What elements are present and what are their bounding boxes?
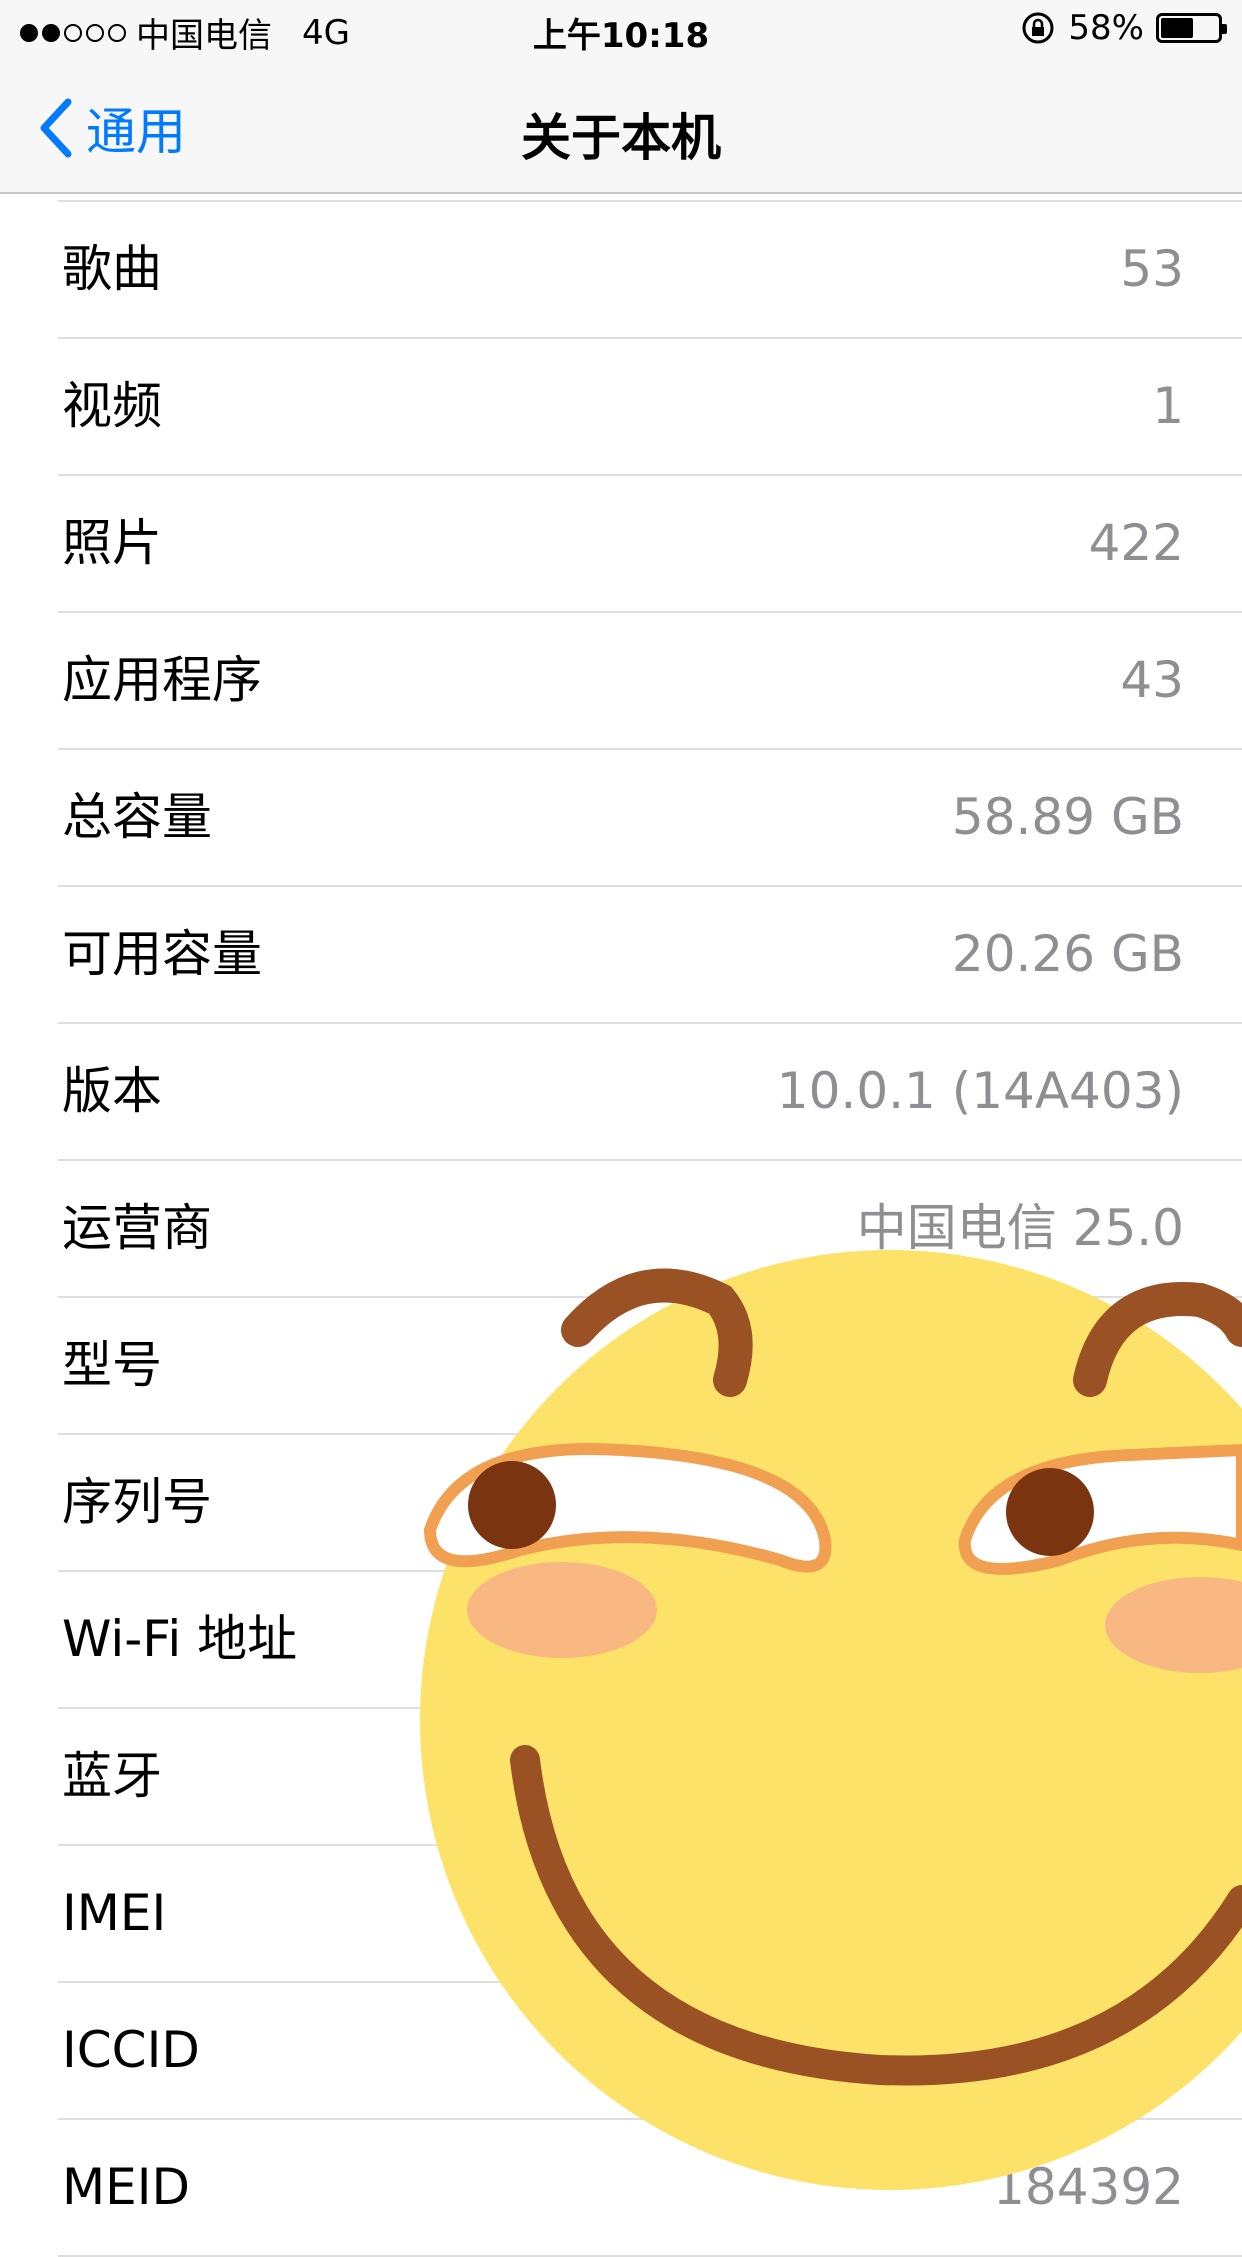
row-label: 总容量 [62,788,212,846]
row-label: 序列号 [62,1473,212,1531]
row-value: 1 [1152,377,1184,435]
row-value: 58.89 GB [951,788,1184,846]
row-label: 歌曲 [62,240,162,298]
battery-percent: 58% [1068,8,1144,48]
row-label: 视频 [62,377,162,435]
list-item: Wi-Fi 地址 [58,1572,1242,1709]
row-label: MEID [62,2158,190,2216]
list-item: IMEI [58,1846,1242,1983]
row-value: 中国电信 25.0 [856,1199,1184,1257]
row-label: IMEI [62,1884,167,1942]
list-item: 歌曲 53 [58,202,1242,339]
list-item: 总容量 58.89 GB [58,750,1242,887]
rotation-lock-icon [1022,12,1054,44]
battery-icon [1156,13,1227,43]
list-item: 照片 422 [58,476,1242,613]
row-label: 应用程序 [62,651,262,709]
row-value: 53 [1120,240,1184,298]
list-item: MEID 184392 [58,2120,1242,2257]
about-list: 歌曲 53 视频 1 照片 422 应用程序 43 总容量 58.89 GB 可用容量 20.26 G… [0,194,1242,2257]
list-item: 可用容量 20.26 GB [58,887,1242,1024]
row-label: 蓝牙 [62,1747,162,1805]
list-item: 运营商 中国电信 25.0 [58,1161,1242,1298]
list-item: 型号 [58,1298,1242,1435]
row-value: 184392 [993,2158,1184,2216]
page-title: 关于本机 [521,109,721,167]
list-item: ICCID [58,1983,1242,2120]
row-value: 10.0.1 (14A403) [776,1062,1184,1120]
row-label: 版本 [62,1062,162,1120]
list-item: 版本 10.0.1 (14A403) [58,1024,1242,1161]
list-top-divider [58,194,1242,202]
navigation-bar: 通用 关于本机 [0,60,1242,194]
list-item: 蓝牙 [58,1709,1242,1846]
row-value: 43 [1120,651,1184,709]
row-value: 422 [1088,514,1184,572]
list-item: 序列号 [58,1435,1242,1572]
status-right: 58% [1020,8,1227,48]
status-bar: 中国电信 4G 上午10:18 58% [0,0,1242,60]
row-label: Wi-Fi 地址 [62,1610,298,1668]
row-label: 可用容量 [62,925,262,983]
list-item: 应用程序 43 [58,613,1242,750]
row-label: ICCID [62,2021,200,2079]
list-item: 视频 1 [58,339,1242,476]
row-label: 照片 [62,514,162,572]
row-label: 型号 [62,1336,162,1394]
row-value: 20.26 GB [951,925,1184,983]
row-label: 运营商 [62,1199,212,1257]
